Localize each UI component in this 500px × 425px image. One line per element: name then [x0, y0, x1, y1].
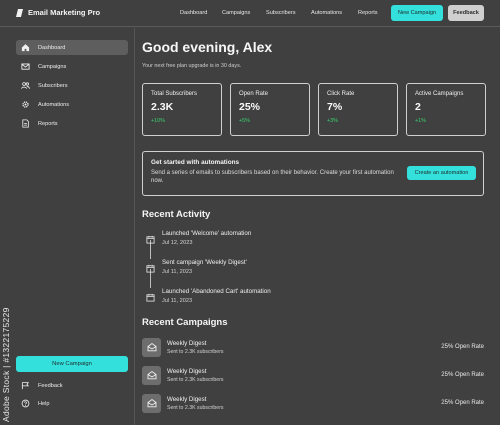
sidebar-item-automations[interactable]: Automations [16, 97, 128, 112]
nav-reports[interactable]: Reports [358, 10, 378, 16]
document-icon [21, 119, 30, 128]
calendar-icon [146, 289, 155, 302]
stat-card-active-campaigns[interactable]: Active Campaigns 2 +1% [406, 83, 486, 136]
sidebar-item-campaigns[interactable]: Campaigns [16, 59, 128, 74]
recent-activity-title: Recent Activity [142, 209, 211, 220]
campaign-meta: Sent to 2.3K subscribers [167, 404, 224, 411]
sidebar-item-label: Dashboard [38, 44, 66, 51]
sidebar-item-help[interactable]: Help [16, 396, 128, 411]
activity-item: Launched 'Abandoned Cart' automation Jul… [146, 288, 271, 304]
activity-date: Jul 11, 2023 [162, 269, 193, 275]
stat-card-open-rate[interactable]: Open Rate 25% +5% [230, 83, 310, 136]
mail-open-icon [142, 365, 161, 385]
mail-open-icon [142, 393, 161, 413]
sidebar-item-dashboard[interactable]: Dashboard [16, 40, 128, 55]
automation-title: Get started with automations [151, 159, 240, 166]
stat-value: 2 [415, 101, 421, 113]
activity-title: Sent campaign 'Weekly Digest' [162, 259, 247, 266]
top-new-campaign-button[interactable]: New Campaign [391, 5, 443, 21]
campaign-row[interactable]: Weekly Digest Sent to 2.3K subscribers 2… [142, 364, 484, 386]
campaign-name: Weekly Digest [167, 339, 207, 347]
recent-campaigns-title: Recent Campaigns [142, 317, 228, 328]
nav-automations[interactable]: Automations [311, 10, 342, 16]
stock-watermark: Adobe Stock | #1322175229 [1, 307, 11, 422]
nav-subscribers[interactable]: Subscribers [266, 10, 296, 16]
feedback-icon [21, 381, 30, 390]
home-icon [21, 43, 30, 52]
automation-description: Send a series of emails to subscribers b… [151, 170, 394, 185]
sidebar: Dashboard Campaigns Subscribers Automati… [0, 28, 135, 425]
app-title: Email Marketing Pro [28, 8, 101, 17]
mail-open-icon [142, 337, 161, 357]
users-icon [21, 81, 30, 90]
activity-title: Launched 'Abandoned Cart' automation [162, 288, 271, 295]
feedback-button[interactable]: Feedback [448, 5, 484, 21]
campaign-open-rate: 25% Open Rate [441, 344, 484, 350]
automation-promo-card: Get started with automations Send a seri… [142, 151, 484, 196]
stat-value: 7% [327, 101, 343, 113]
sidebar-item-label: Help [38, 400, 50, 407]
campaign-row[interactable]: Weekly Digest Sent to 2.3K subscribers 2… [142, 336, 484, 358]
sidebar-item-label: Feedback [38, 382, 63, 389]
activity-date: Jul 11, 2023 [162, 298, 193, 304]
stat-value: 25% [239, 101, 261, 113]
stat-label: Click Rate [327, 91, 355, 97]
help-icon [21, 399, 30, 408]
gear-icon [21, 100, 30, 109]
sidebar-item-label: Subscribers [38, 82, 68, 89]
main-content: Good evening, Alex Your next free plan u… [142, 28, 492, 425]
stat-card-click-rate[interactable]: Click Rate 7% +3% [318, 83, 398, 136]
campaign-row[interactable]: Weekly Digest Sent to 2.3K subscribers 2… [142, 392, 484, 414]
stat-change: +5% [239, 118, 250, 124]
campaign-name: Weekly Digest [167, 367, 207, 375]
stat-change: +10% [151, 118, 165, 124]
sidebar-item-label: Campaigns [38, 63, 67, 70]
campaign-name: Weekly Digest [167, 395, 207, 403]
logo-icon [16, 8, 23, 17]
stat-card-total-subscribers[interactable]: Total Subscribers 2.3K +10% [142, 83, 222, 136]
campaign-open-rate: 25% Open Rate [441, 372, 484, 378]
campaign-meta: Sent to 2.3K subscribers [167, 348, 224, 355]
campaign-meta: Sent to 2.3K subscribers [167, 376, 224, 383]
sidebar-item-feedback[interactable]: Feedback [16, 378, 128, 393]
calendar-icon [146, 260, 155, 273]
stat-label: Open Rate [239, 91, 269, 97]
activity-date: Jul 12, 2023 [162, 240, 193, 246]
stat-change: +1% [415, 118, 426, 124]
sidebar-item-label: Automations [38, 101, 70, 108]
stat-change: +3% [327, 118, 338, 124]
stat-label: Total Subscribers [151, 91, 198, 97]
sidebar-item-reports[interactable]: Reports [16, 116, 128, 131]
activity-item: Sent campaign 'Weekly Digest' Jul 11, 20… [146, 259, 247, 275]
nav-campaigns[interactable]: Campaigns [222, 10, 250, 16]
sidebar-item-subscribers[interactable]: Subscribers [16, 78, 128, 93]
app-logo[interactable]: Email Marketing Pro [16, 8, 101, 17]
calendar-icon [146, 231, 155, 244]
page-subtitle: Your next free plan upgrade is in 30 day… [142, 63, 242, 69]
sidebar-item-label: Reports [38, 120, 58, 127]
activity-item: Launched 'Welcome' automation Jul 12, 20… [146, 230, 251, 246]
sidebar-new-campaign-button[interactable]: New Campaign [16, 356, 128, 372]
create-automation-button[interactable]: Create an automation [407, 166, 476, 180]
mail-icon [21, 62, 30, 71]
activity-title: Launched 'Welcome' automation [162, 230, 252, 237]
nav-dashboard[interactable]: Dashboard [180, 10, 207, 16]
campaign-open-rate: 25% Open Rate [441, 400, 484, 406]
stat-label: Active Campaigns [415, 91, 464, 97]
top-navigation-bar: Email Marketing Pro Dashboard Campaigns … [0, 0, 500, 27]
stat-value: 2.3K [151, 101, 174, 113]
page-title: Good evening, Alex [142, 39, 273, 55]
